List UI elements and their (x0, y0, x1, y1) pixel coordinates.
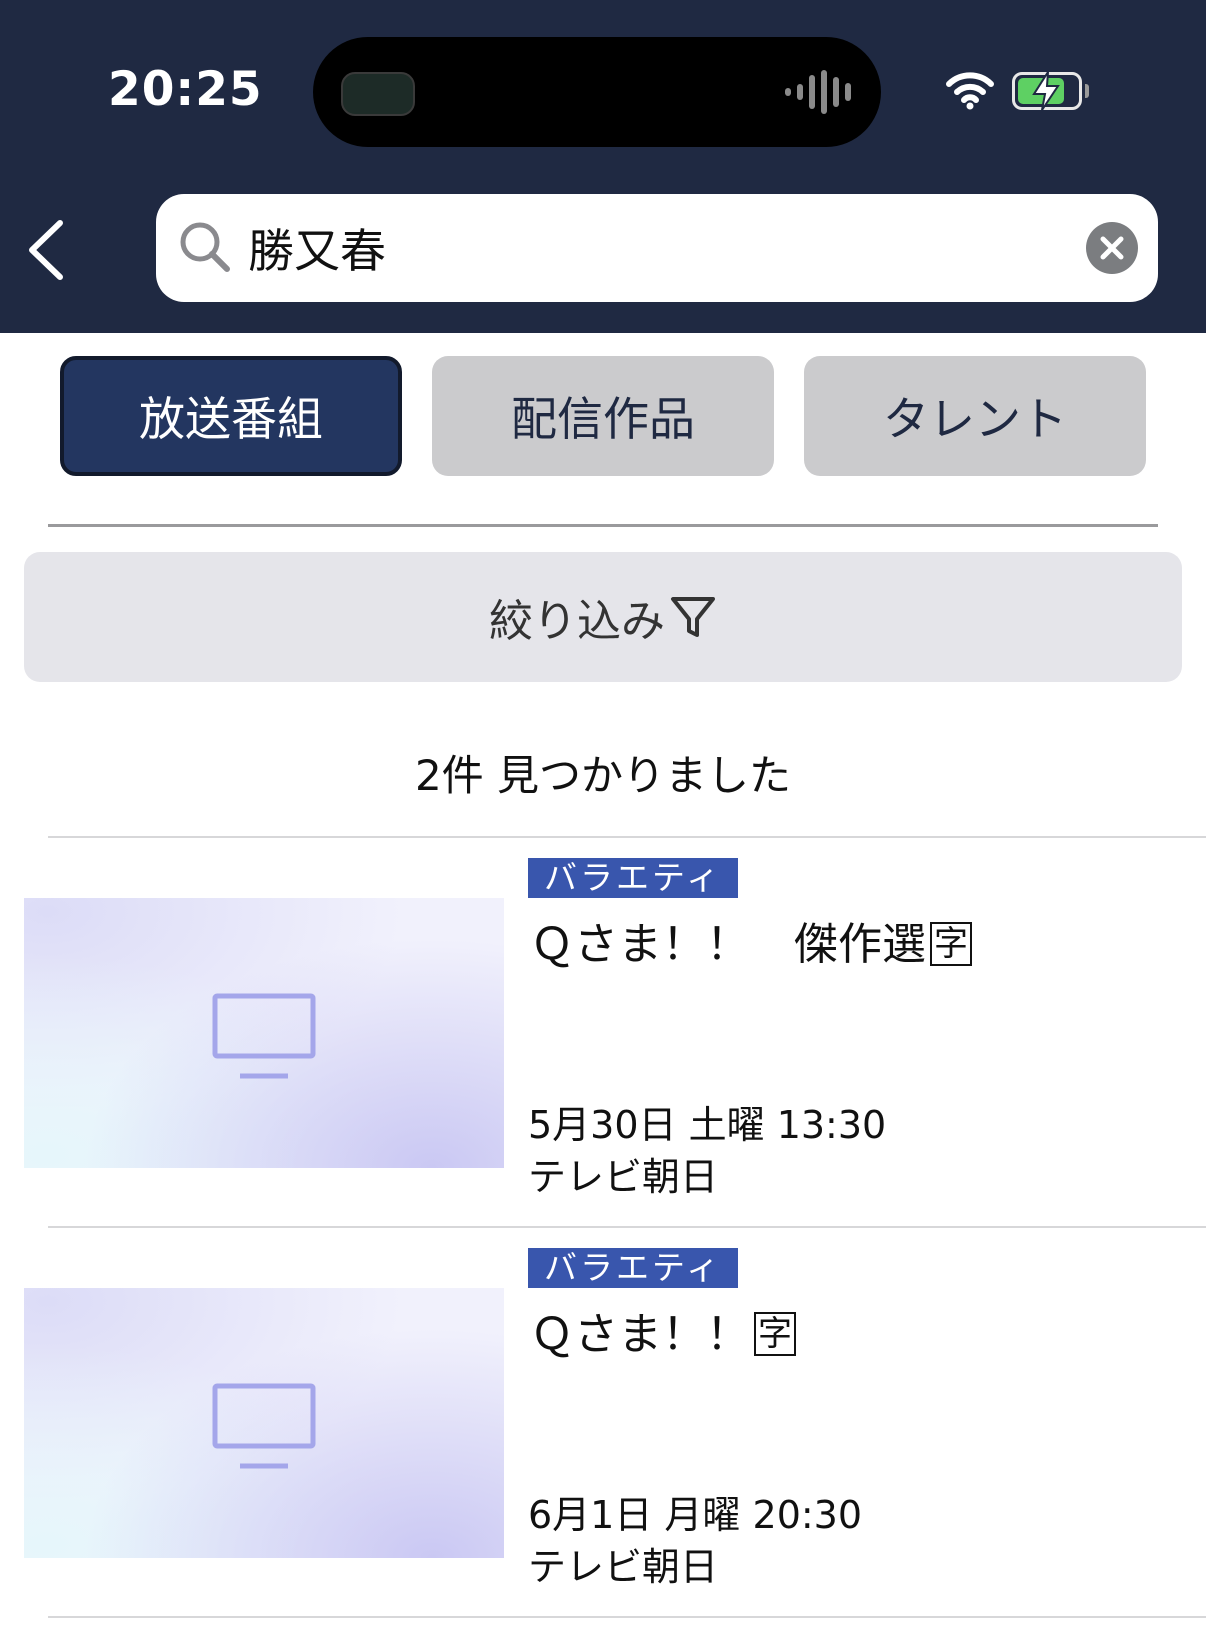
subtitle-badge: 字 (754, 1312, 796, 1356)
program-title-text: Ｑさま！！ (530, 1309, 750, 1360)
program-title-text: Ｑさま！！ 傑作選 (530, 919, 926, 970)
program-title: Ｑさま！！ 傑作選字 (530, 908, 972, 972)
charging-bolt-icon (1032, 71, 1060, 111)
program-thumbnail (24, 898, 504, 1168)
genre-badge: バラエティ (528, 1248, 739, 1288)
battery-nub (1085, 84, 1089, 98)
tab-broadcast[interactable]: 放送番組 (60, 356, 402, 476)
filter-label: 絞り込み (489, 596, 665, 647)
filter-icon (671, 597, 715, 637)
app-header: 20:25 (0, 0, 1206, 333)
search-input[interactable] (248, 208, 1048, 288)
tab-divider (48, 524, 1158, 527)
program-title: Ｑさま！！字 (530, 1298, 796, 1362)
program-station: テレビ朝日 (528, 1155, 719, 1199)
tab-talent[interactable]: タレント (804, 356, 1146, 476)
back-chevron-icon[interactable] (22, 215, 72, 285)
clear-search-button[interactable] (1086, 222, 1138, 274)
dynamic-island (313, 37, 881, 147)
genre-badge: バラエティ (528, 858, 739, 898)
tv-icon (212, 993, 316, 1079)
list-item[interactable]: バラエティ Ｑさま！！ 傑作選字 5月30日 土曜 13:30 テレビ朝日 (0, 838, 1206, 1228)
result-count: 2件 見つかりました (414, 751, 792, 800)
tab-streaming[interactable]: 配信作品 (432, 356, 774, 476)
wifi-icon (946, 72, 994, 110)
subtitle-badge: 字 (930, 922, 972, 966)
audio-waveform-icon (785, 67, 851, 117)
search-bar[interactable] (156, 194, 1158, 302)
filter-button[interactable]: 絞り込み (24, 552, 1182, 682)
program-datetime: 6月1日 月曜 20:30 (528, 1493, 863, 1537)
program-datetime: 5月30日 土曜 13:30 (528, 1103, 887, 1147)
program-thumbnail (24, 1288, 504, 1558)
list-divider (48, 1616, 1206, 1618)
tv-icon (212, 1383, 316, 1469)
clear-icon (1100, 236, 1124, 260)
program-station: テレビ朝日 (528, 1545, 719, 1589)
island-artwork-icon (341, 72, 415, 116)
list-item[interactable]: バラエティ Ｑさま！！字 6月1日 月曜 20:30 テレビ朝日 (0, 1228, 1206, 1618)
status-time: 20:25 (108, 62, 263, 117)
search-icon (180, 222, 230, 272)
